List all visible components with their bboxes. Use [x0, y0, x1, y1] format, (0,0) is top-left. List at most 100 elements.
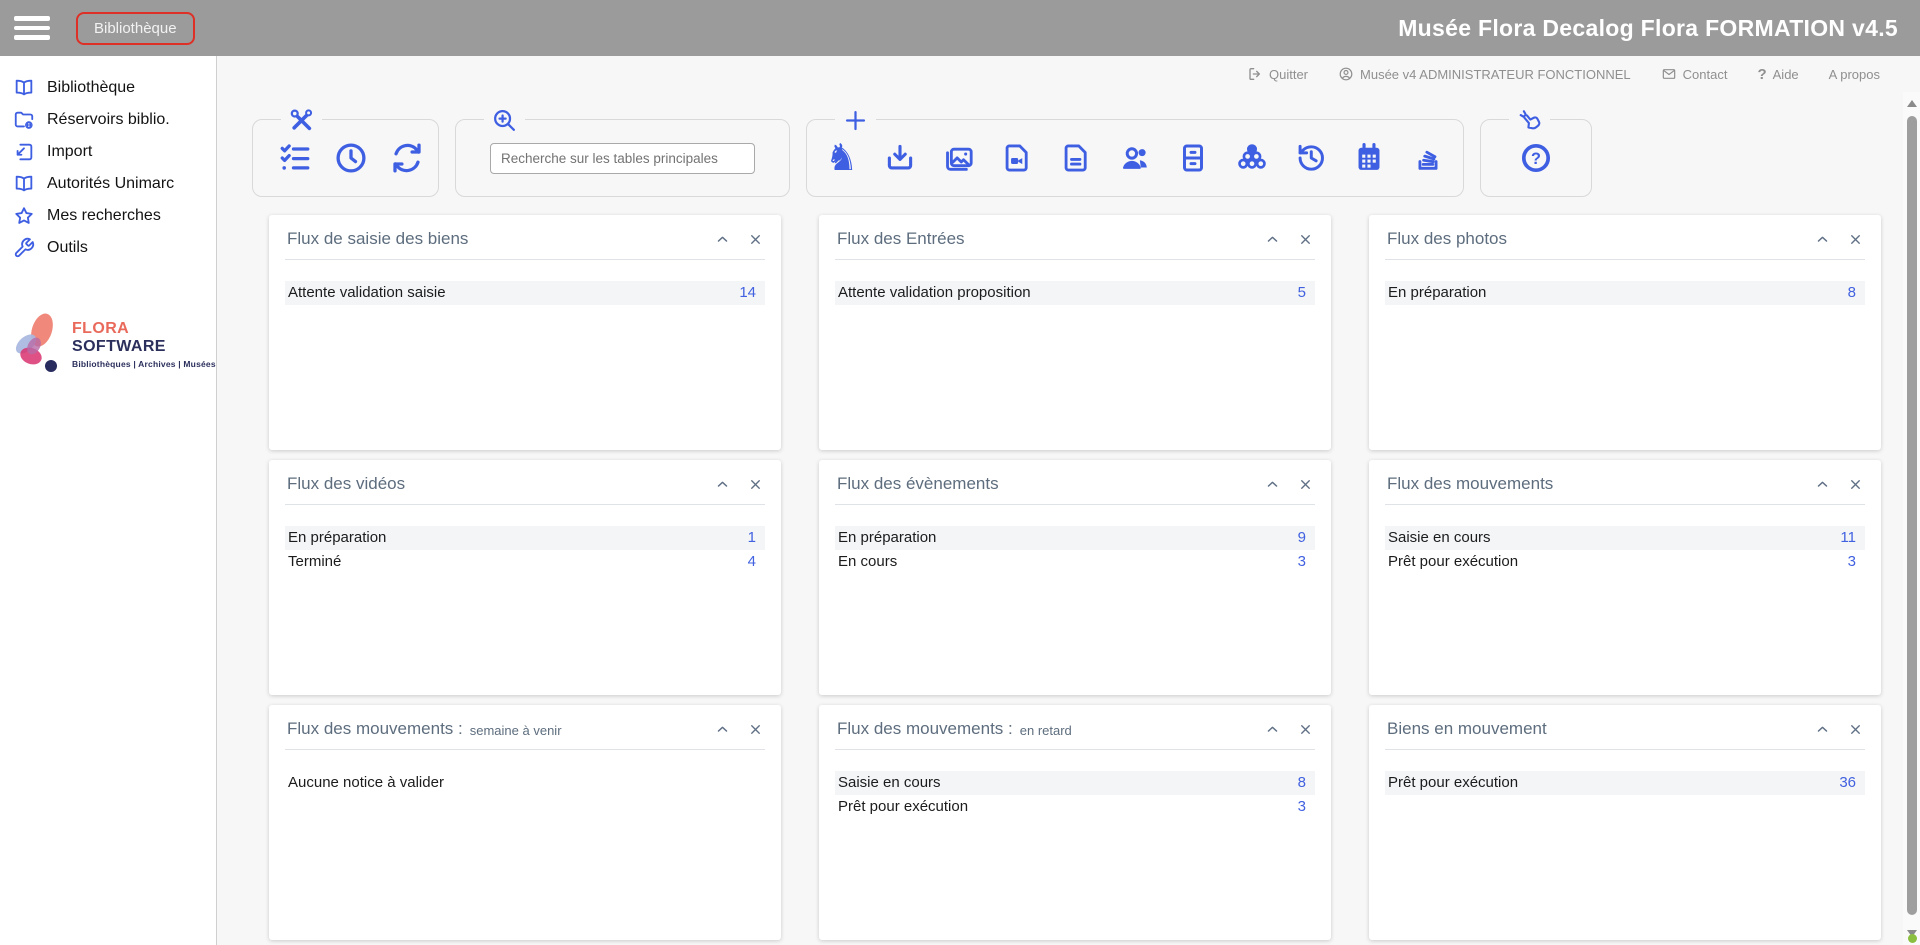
- about-link[interactable]: A propos: [1829, 67, 1880, 82]
- stack-icon[interactable]: [1411, 141, 1445, 175]
- close-icon[interactable]: [1298, 477, 1313, 492]
- row-label: En préparation: [1388, 284, 1486, 301]
- collapse-icon[interactable]: [1265, 477, 1280, 492]
- help-link[interactable]: ? Aide: [1757, 66, 1798, 83]
- close-icon[interactable]: [748, 477, 763, 492]
- photos-icon[interactable]: [942, 141, 976, 175]
- stat-row[interactable]: En cours 3: [835, 550, 1315, 574]
- row-value: 9: [1298, 529, 1306, 546]
- collapse-icon[interactable]: [715, 477, 730, 492]
- history-icon[interactable]: [1294, 141, 1328, 175]
- row-label: Saisie en cours: [1388, 529, 1491, 546]
- stat-row[interactable]: Saisie en cours 8: [835, 771, 1315, 795]
- sidebar-item-autorites-unimarc[interactable]: Autorités Unimarc: [0, 168, 216, 200]
- row-label: Attente validation proposition: [838, 284, 1031, 301]
- collapse-icon[interactable]: [715, 722, 730, 737]
- dashboard-card: Flux des mouvements : en retard Saisie e…: [819, 705, 1331, 940]
- card-title: Flux des photos: [1387, 229, 1507, 249]
- refresh-icon[interactable]: [389, 140, 425, 176]
- card-title: Flux des Entrées: [837, 229, 965, 249]
- sidebar-item-import[interactable]: Import: [0, 136, 216, 168]
- row-value: 8: [1848, 284, 1856, 301]
- userbar: Quitter Musée v4 ADMINISTRATEUR FONCTION…: [217, 56, 1920, 92]
- card-title: Flux des évènements: [837, 474, 999, 494]
- flora-butterfly-icon: [4, 308, 70, 380]
- collapse-icon[interactable]: [715, 232, 730, 247]
- dashboard-card: Flux des Entrées Attente validation prop…: [819, 215, 1331, 450]
- card-title: Flux des vidéos: [287, 474, 405, 494]
- row-value: 14: [739, 284, 756, 301]
- help-icon[interactable]: ?: [1519, 141, 1553, 175]
- collapse-icon[interactable]: [1815, 232, 1830, 247]
- book-icon: [13, 77, 35, 99]
- close-icon[interactable]: [748, 722, 763, 737]
- close-icon[interactable]: [1848, 477, 1863, 492]
- dashboard-card: Flux des mouvements Saisie en cours 11 P…: [1369, 460, 1881, 695]
- row-label: Attente validation saisie: [288, 284, 446, 301]
- collapse-icon[interactable]: [1815, 477, 1830, 492]
- search-input[interactable]: [490, 143, 755, 174]
- persons-icon[interactable]: [1118, 141, 1152, 175]
- contact-link[interactable]: Contact: [1661, 66, 1728, 82]
- row-value: 3: [1848, 553, 1856, 570]
- row-label: En préparation: [288, 529, 386, 546]
- stat-row[interactable]: Prêt pour exécution 3: [835, 795, 1315, 819]
- vertical-scrollbar[interactable]: [1903, 92, 1920, 945]
- archive-icon[interactable]: [1176, 141, 1210, 175]
- dashboard-card: Biens en mouvement Prêt pour exécution 3…: [1369, 705, 1881, 940]
- collapse-icon[interactable]: [1265, 722, 1280, 737]
- scrollbar-thumb[interactable]: [1907, 116, 1917, 915]
- card-header: Flux des évènements: [819, 460, 1331, 504]
- row-label: Aucune notice à valider: [288, 774, 444, 791]
- sidebar-item-mes-recherches[interactable]: Mes recherches: [0, 200, 216, 232]
- close-icon[interactable]: [1298, 232, 1313, 247]
- chess-knight-icon[interactable]: ♞: [825, 141, 858, 175]
- toolbar-group-help: ?: [1480, 119, 1592, 197]
- stat-row[interactable]: Attente validation saisie 14: [285, 281, 765, 305]
- scroll-up-arrow-icon[interactable]: [1907, 100, 1917, 107]
- row-label: Terminé: [288, 553, 341, 570]
- close-icon[interactable]: [1848, 722, 1863, 737]
- close-icon[interactable]: [1848, 232, 1863, 247]
- stat-row[interactable]: En préparation 1: [285, 526, 765, 550]
- zoom-plus-icon: [484, 104, 525, 136]
- sidebar-item-reservoirs[interactable]: Réservoirs biblio.: [0, 104, 216, 136]
- checklist-icon[interactable]: [277, 140, 313, 176]
- stat-row[interactable]: Terminé 4: [285, 550, 765, 574]
- brand-name: FLORA SOFTWARE: [72, 320, 216, 356]
- video-file-icon[interactable]: [1000, 141, 1034, 175]
- sidebar-item-outils[interactable]: Outils: [0, 232, 216, 264]
- row-value: 1: [748, 529, 756, 546]
- card-header: Flux des mouvements: [1369, 460, 1881, 504]
- stat-row[interactable]: Attente validation proposition 5: [835, 281, 1315, 305]
- card-header: Flux de saisie des biens: [269, 215, 781, 259]
- row-label: Prêt pour exécution: [1388, 774, 1518, 791]
- row-value: 3: [1298, 553, 1306, 570]
- document-icon[interactable]: [1059, 141, 1093, 175]
- cluster-icon[interactable]: [1235, 141, 1269, 175]
- clock-icon[interactable]: [333, 140, 369, 176]
- current-user[interactable]: Musée v4 ADMINISTRATEUR FONCTIONNEL: [1338, 66, 1631, 82]
- stat-row[interactable]: Prêt pour exécution 3: [1385, 550, 1865, 574]
- bibliotheque-menu-button[interactable]: Bibliothèque: [76, 12, 195, 45]
- calendar-icon[interactable]: [1352, 141, 1386, 175]
- stat-row[interactable]: En préparation 9: [835, 526, 1315, 550]
- sidebar-item-bibliotheque[interactable]: Bibliothèque: [0, 72, 216, 104]
- quit-link[interactable]: Quitter: [1247, 66, 1308, 82]
- sidebar-item-label: Bibliothèque: [47, 79, 135, 97]
- stat-row[interactable]: Prêt pour exécution 36: [1385, 771, 1865, 795]
- stat-row[interactable]: En préparation 8: [1385, 281, 1865, 305]
- book-icon: [13, 173, 35, 195]
- stat-row[interactable]: Saisie en cours 11: [1385, 526, 1865, 550]
- download-icon[interactable]: [883, 141, 917, 175]
- close-icon[interactable]: [1298, 722, 1313, 737]
- card-header: Biens en mouvement: [1369, 705, 1881, 749]
- collapse-icon[interactable]: [1265, 232, 1280, 247]
- collapse-icon[interactable]: [1815, 722, 1830, 737]
- card-body: Attente validation proposition 5: [819, 260, 1331, 305]
- stat-row[interactable]: Aucune notice à valider: [285, 771, 765, 795]
- close-icon[interactable]: [748, 232, 763, 247]
- dashboard-card: Flux de saisie des biens Attente validat…: [269, 215, 781, 450]
- toolbar: ♞: [252, 119, 1920, 197]
- hamburger-menu-icon[interactable]: [14, 16, 50, 40]
